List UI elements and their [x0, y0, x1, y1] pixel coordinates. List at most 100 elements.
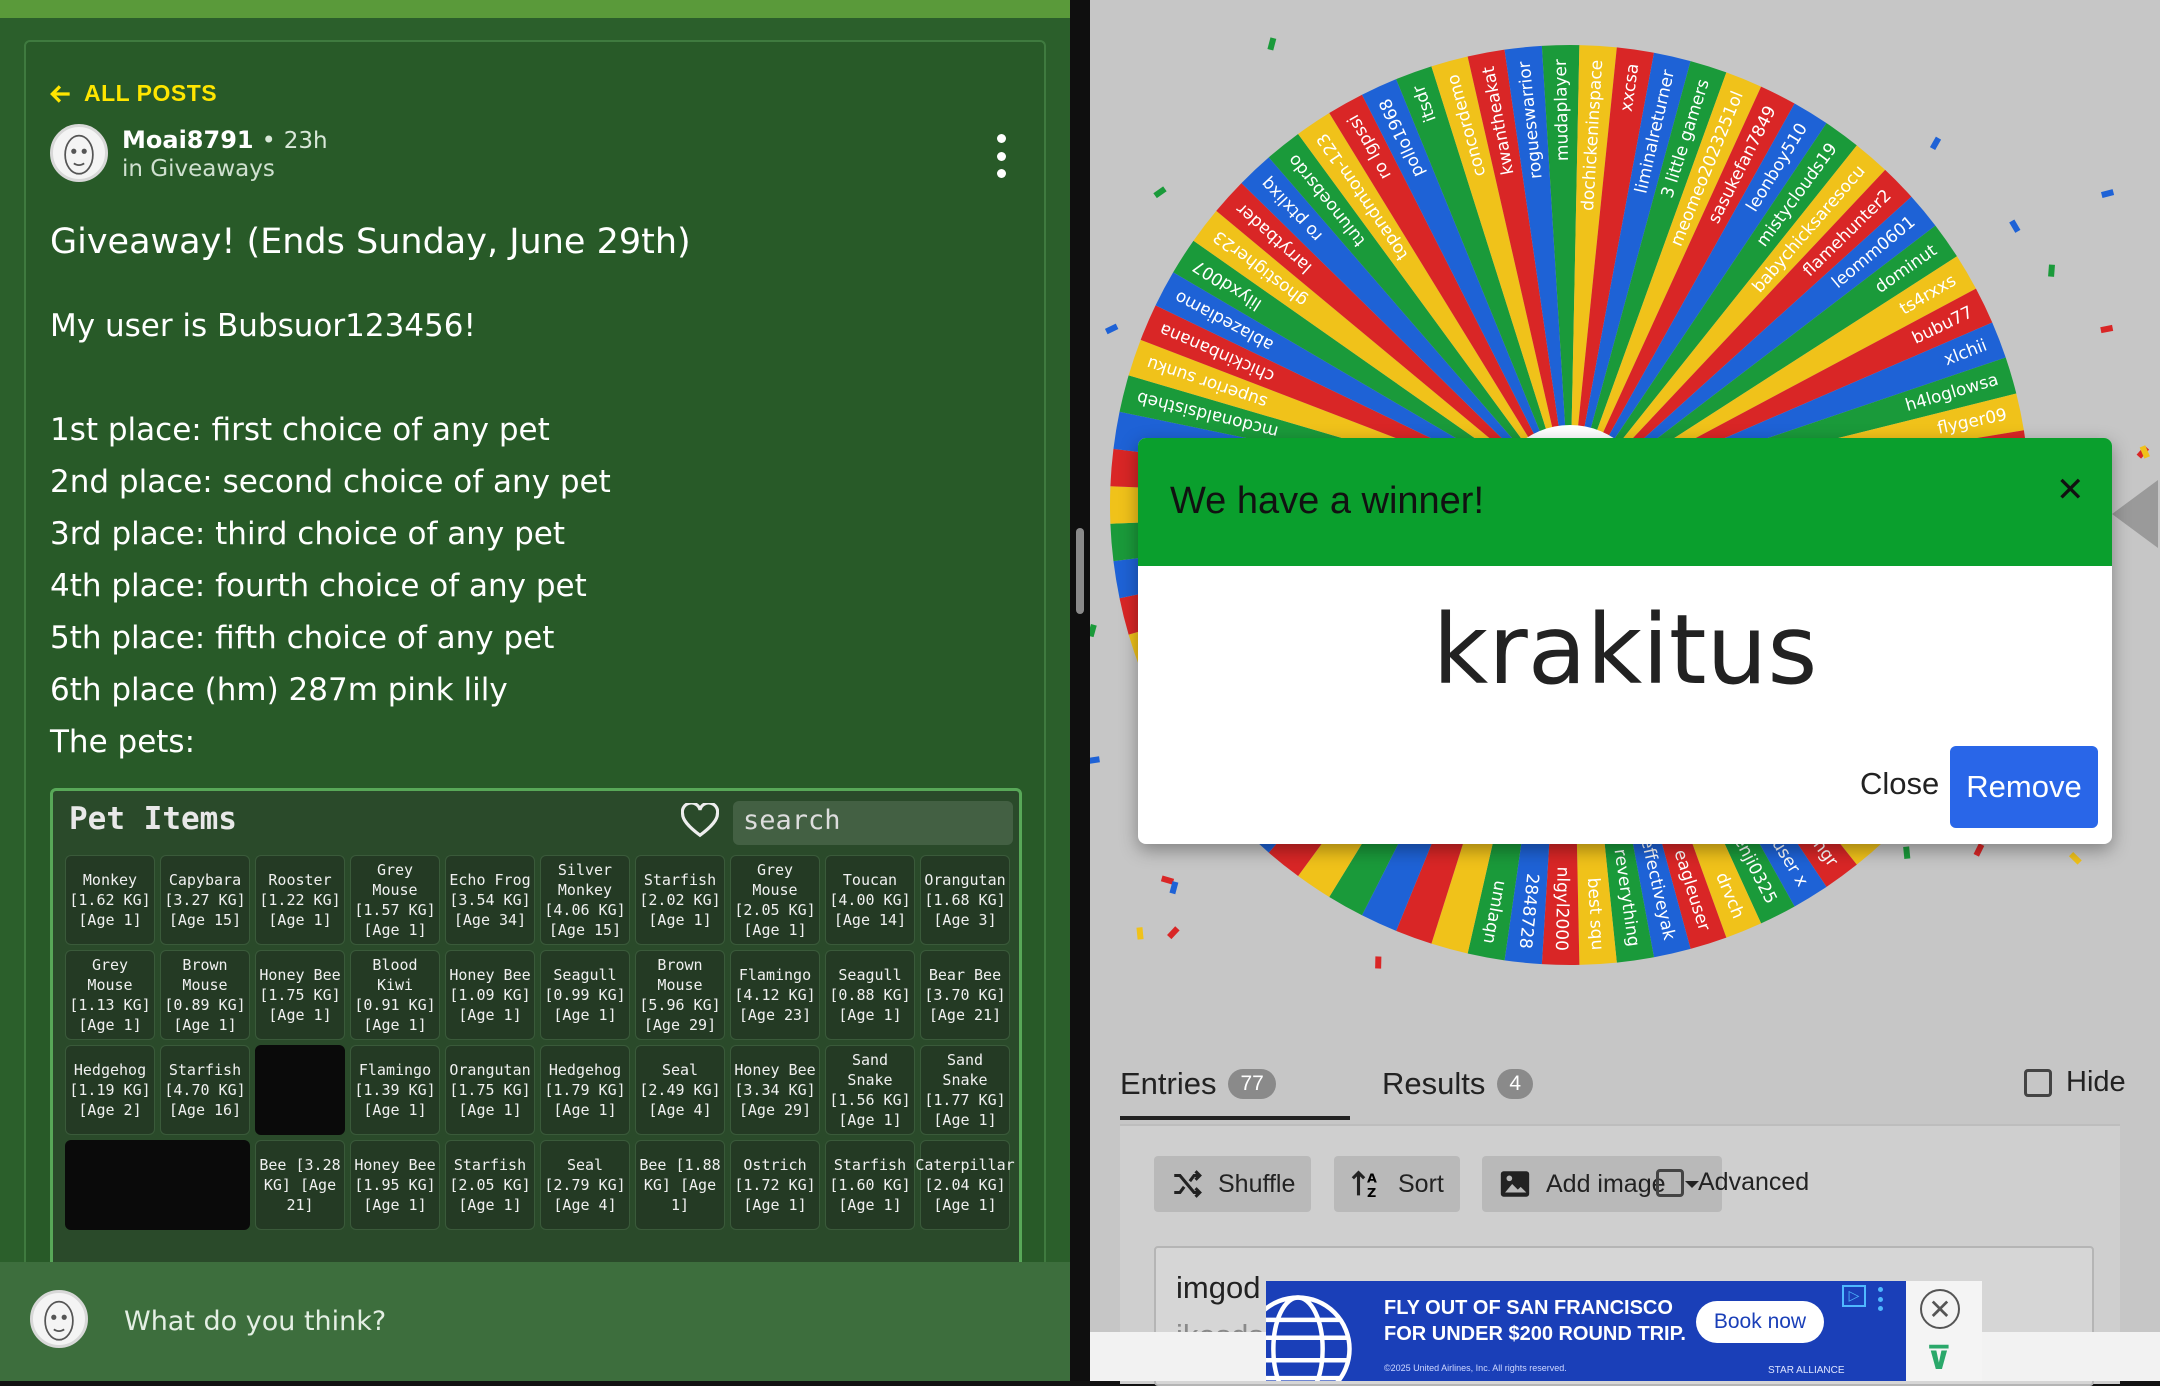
pet-item-cell: Brown Mouse [0.89 KG] [Age 1]: [160, 950, 250, 1040]
wheel-entry-label: mudaplayer: [1551, 59, 1573, 161]
pet-item-cell: Echo Frog [3.54 KG] [Age 34]: [445, 855, 535, 945]
ad-menu-icon[interactable]: [1878, 1287, 1884, 1311]
advanced-toggle[interactable]: Advanced: [1656, 1168, 1809, 1197]
pet-item-cell: Bear Bee [3.70 KG] [Age 21]: [920, 950, 1010, 1040]
ad-controls: ✕ ⊽: [1906, 1281, 1982, 1381]
tab-results-label: Results: [1382, 1066, 1486, 1101]
moai-avatar-icon: [64, 134, 94, 175]
pet-item-cell: Starfish [4.70 KG] [Age 16]: [160, 1045, 250, 1135]
close-icon[interactable]: ✕: [2056, 470, 2085, 510]
tab-entries-label: Entries: [1120, 1066, 1217, 1101]
sort-button[interactable]: AZ Sort: [1334, 1156, 1460, 1212]
confetti-piece: [2009, 219, 2021, 233]
hide-toggle[interactable]: Hide: [2024, 1066, 2126, 1099]
split-divider[interactable]: [1070, 0, 1090, 1381]
pet-item-cell: Seal [2.49 KG] [Age 4]: [635, 1045, 725, 1135]
post-line: 6th place (hm) 287m pink lily: [50, 672, 508, 708]
advertisement-banner[interactable]: FLY OUT OF SAN FRANCISCO FOR UNDER $200 …: [1266, 1281, 1906, 1381]
pet-item-cell: Bee [1.88 KG] [Age 1]: [635, 1140, 725, 1230]
winner-dialog-header: We have a winner! ✕: [1138, 438, 2112, 566]
separator-dot: •: [261, 126, 276, 154]
pet-item-cell: Grey Mouse [1.13 KG] [Age 1]: [65, 950, 155, 1040]
post-title: Giveaway! (Ends Sunday, June 29th): [50, 222, 691, 262]
results-count-badge: 4: [1497, 1069, 1534, 1099]
confetti-piece: [1090, 624, 1097, 638]
more-options-icon[interactable]: [990, 134, 1012, 178]
advanced-label: Advanced: [1698, 1168, 1810, 1196]
pet-item-cell: Caterpillar [2.04 KG] [Age 1]: [915, 1140, 1015, 1230]
post-line: 5th place: fifth choice of any pet: [50, 620, 555, 656]
pet-item-cell: Bee [3.28 KG] [Age 21]: [255, 1140, 345, 1230]
pet-item-cell: Orangutan [1.75 KG] [Age 1]: [445, 1045, 535, 1135]
close-ad-icon[interactable]: ✕: [1920, 1289, 1960, 1329]
redacted-pet-cell: [65, 1140, 250, 1230]
pet-item-cell: Sand Snake [1.77 KG] [Age 1]: [920, 1045, 1010, 1135]
advanced-checkbox[interactable]: [1656, 1168, 1684, 1197]
post-body: My user is Bubsuor123456! 1st place: fir…: [50, 300, 611, 768]
pet-items-image: Pet Items search Monkey [1.62 KG] [Age 1…: [50, 788, 1022, 1270]
pet-item-cell: Hedgehog [1.79 KG] [Age 1]: [540, 1045, 630, 1135]
comment-bar: What do you think?: [0, 1262, 1070, 1381]
wheel-entry-label: nlgyl2000: [1551, 866, 1573, 951]
divider-handle[interactable]: [1076, 528, 1084, 614]
moai-avatar-icon: [44, 1300, 74, 1341]
all-posts-link[interactable]: ALL POSTS: [48, 80, 217, 107]
comment-input[interactable]: What do you think?: [124, 1306, 386, 1337]
pet-item-cell: Toucan [4.00 KG] [Age 14]: [825, 855, 915, 945]
confetti-piece: [1167, 926, 1180, 940]
author-avatar[interactable]: [50, 124, 108, 182]
ad-alliance-text: STAR ALLIANCE: [1768, 1365, 1845, 1376]
post-community[interactable]: in Giveaways: [122, 156, 275, 182]
author-name[interactable]: Moai8791: [122, 126, 254, 154]
shuffle-button[interactable]: Shuffle: [1154, 1156, 1312, 1212]
sort-label: Sort: [1398, 1169, 1444, 1198]
pet-item-cell: Flamingo [4.12 KG] [Age 23]: [730, 950, 820, 1040]
remove-button[interactable]: Remove: [1950, 746, 2098, 828]
shuffle-icon: [1174, 1170, 1202, 1198]
confetti-piece: [1375, 956, 1382, 969]
confetti-piece: [2048, 264, 2055, 277]
top-band: [0, 0, 1070, 18]
pet-item-cell: Flamingo [1.39 KG] [Age 1]: [350, 1045, 440, 1135]
winner-name: krakitus: [1432, 594, 1818, 706]
pet-item-cell: Starfish [2.05 KG] [Age 1]: [445, 1140, 535, 1230]
add-image-label: Add image: [1546, 1169, 1666, 1198]
ad-headline-2: FOR UNDER $200 ROUND TRIP.: [1384, 1323, 1686, 1345]
pet-item-cell: Honey Bee [1.95 KG] [Age 1]: [350, 1140, 440, 1230]
pet-item-cell: Ostrich [1.72 KG] [Age 1]: [730, 1140, 820, 1230]
pet-item-cell: Blood Kiwi [0.91 KG] [Age 1]: [350, 950, 440, 1040]
tab-entries[interactable]: Entries 77: [1120, 1066, 1276, 1102]
winner-dialog-title: We have a winner!: [1170, 480, 1485, 522]
hide-label: Hide: [2066, 1066, 2126, 1098]
post-line: 2nd place: second choice of any pet: [50, 464, 611, 500]
pet-item-cell: Grey Mouse [2.05 KG] [Age 1]: [730, 855, 820, 945]
pet-item-cell: Honey Bee [3.34 KG] [Age 29]: [730, 1045, 820, 1135]
confetti-piece: [1104, 323, 1119, 335]
image-icon: [1500, 1171, 1530, 1197]
pet-grid: Monkey [1.62 KG] [Age 1] Capybara [3.27 K…: [65, 855, 1015, 1230]
pet-item-cell: Capybara [3.27 KG] [Age 15]: [160, 855, 250, 945]
tab-results[interactable]: Results 4: [1382, 1066, 1534, 1102]
pet-item-cell: Silver Monkey [4.06 KG] [Age 15]: [540, 855, 630, 945]
ad-book-now-button[interactable]: Book now: [1696, 1301, 1824, 1343]
adchoices-icon[interactable]: ▷: [1842, 1285, 1866, 1307]
confetti-piece: [1153, 186, 1167, 199]
confetti-piece: [1903, 846, 1911, 859]
confetti-piece: [2100, 189, 2115, 198]
ad-headline-1: FLY OUT OF SAN FRANCISCO: [1384, 1297, 1673, 1319]
confetti-piece: [1090, 756, 1100, 765]
close-button[interactable]: Close: [1860, 766, 1939, 802]
confetti-piece: [1929, 136, 1942, 151]
sort-icon: AZ: [1351, 1170, 1377, 1201]
arrow-left-icon: [50, 84, 70, 103]
hide-checkbox[interactable]: [2024, 1068, 2052, 1097]
winner-dialog: We have a winner! ✕ krakitus Close Remov…: [1138, 438, 2112, 844]
pet-item-cell: Orangutan [1.68 KG] [Age 3]: [920, 855, 1010, 945]
pet-item-cell: Rooster [1.22 KG] [Age 1]: [255, 855, 345, 945]
pet-item-cell: Monkey [1.62 KG] [Age 1]: [65, 855, 155, 945]
heart-icon: [681, 803, 719, 838]
confetti-piece: [1136, 927, 1144, 940]
ad-legal-text: ©2025 United Airlines, Inc. All rights r…: [1384, 1363, 1567, 1373]
pet-item-cell: Seal [2.79 KG] [Age 4]: [540, 1140, 630, 1230]
post-author-line: Moai8791 • 23h: [122, 126, 328, 154]
